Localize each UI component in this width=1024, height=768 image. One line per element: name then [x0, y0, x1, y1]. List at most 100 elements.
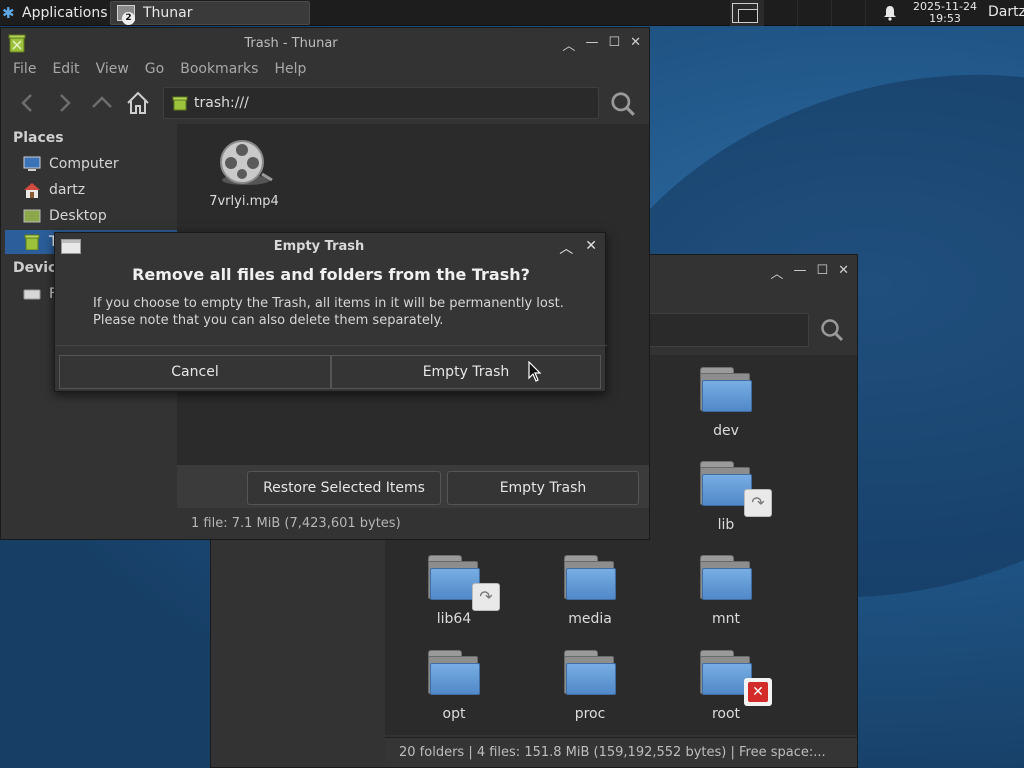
- drive-icon: [23, 286, 41, 302]
- folder-root[interactable]: ✕ root: [671, 648, 781, 722]
- folder-proc[interactable]: proc: [535, 648, 645, 722]
- applications-menu-button[interactable]: ✱ Applications ∷: [0, 0, 123, 26]
- restore-selected-button[interactable]: Restore Selected Items: [247, 471, 441, 505]
- folder-label: lib: [717, 517, 735, 533]
- menu-view[interactable]: View: [96, 58, 129, 80]
- user-menu[interactable]: Dartz: [988, 4, 1024, 20]
- folder-icon: [562, 553, 618, 603]
- empty-trash-button[interactable]: Empty Trash: [447, 471, 639, 505]
- folder-label: proc: [574, 706, 606, 722]
- dialog-body-line-2: Please note that you can also delete the…: [93, 313, 444, 328]
- close-icon[interactable]: ✕: [585, 238, 597, 258]
- search-svg: [611, 92, 635, 116]
- sidebar-item-computer[interactable]: Computer: [5, 152, 177, 176]
- shade-icon[interactable]: ︿: [770, 263, 783, 282]
- file-item[interactable]: 7vrlyi.mp4: [199, 136, 289, 209]
- empty-trash-dialog[interactable]: Empty Trash ︿ ✕ Remove all files and fol…: [54, 232, 607, 392]
- window-title: Trash - Thunar: [244, 36, 338, 51]
- folder-icon: [426, 648, 482, 698]
- location-bar[interactable]: [647, 313, 809, 347]
- search-svg: [821, 319, 844, 342]
- minimize-icon[interactable]: —: [585, 35, 598, 54]
- folder-label: dev: [713, 423, 739, 439]
- folder-icon: ↷: [698, 459, 772, 517]
- sidebar-item-label: Computer: [49, 156, 119, 172]
- folder-opt[interactable]: opt: [399, 648, 509, 722]
- folder-icon: [698, 553, 754, 603]
- up-arrow-icon: [92, 96, 112, 108]
- menu-help[interactable]: Help: [274, 58, 306, 80]
- back-status-bar: 20 folders | 4 files: 151.8 MiB (159,192…: [385, 737, 857, 767]
- folder-icon: ↷: [426, 553, 500, 611]
- maximize-icon[interactable]: ☐: [816, 263, 828, 282]
- folder-label: media: [568, 611, 612, 627]
- computer-icon: [23, 156, 41, 172]
- workspace-4[interactable]: [832, 0, 866, 26]
- shade-icon[interactable]: ︿: [559, 238, 573, 258]
- xfce-logo-icon: ✱: [2, 3, 15, 22]
- sidebar-item-label: Desktop: [49, 208, 107, 224]
- folder-media[interactable]: media: [535, 553, 645, 627]
- title-bar[interactable]: Trash - Thunar ︿ — ☐ ✕: [1, 28, 649, 58]
- bell-svg: [884, 6, 896, 21]
- taskbar-label: Thunar: [143, 5, 193, 21]
- dialog-title: Empty Trash: [273, 239, 365, 254]
- menu-bookmarks[interactable]: Bookmarks: [180, 58, 258, 80]
- home-icon: [127, 91, 149, 114]
- back-button[interactable]: [15, 90, 41, 116]
- folder-label: mnt: [712, 611, 740, 627]
- folder-label: lib64: [436, 611, 472, 627]
- clock-time: 19:53: [929, 12, 961, 25]
- folder-mnt[interactable]: mnt: [671, 553, 781, 627]
- trash-location-icon: [172, 96, 188, 111]
- status-bar: 1 file: 7.1 MiB (7,423,601 bytes): [177, 510, 649, 538]
- folder-label: root: [711, 706, 741, 722]
- workspace-2[interactable]: [764, 0, 798, 26]
- window-buttons: ︿ — ☐ ✕: [770, 263, 849, 282]
- menu-edit[interactable]: Edit: [52, 58, 79, 80]
- folder-lib64[interactable]: ↷ lib64: [399, 553, 509, 627]
- top-panel: ✱ Applications ∷ 2 Thunar 2025-11-24 19:…: [0, 0, 1024, 26]
- desktop-icon: [23, 208, 41, 224]
- minimize-icon[interactable]: —: [793, 263, 806, 282]
- no-access-badge-icon: ✕: [744, 678, 772, 706]
- dialog-divider: [55, 345, 607, 346]
- panel-clock[interactable]: 2025-11-24 19:53: [910, 1, 980, 25]
- workspace-1[interactable]: [730, 0, 764, 26]
- location-bar[interactable]: trash:///: [163, 87, 599, 119]
- up-button[interactable]: [89, 90, 115, 116]
- sidebar-item-label: dartz: [49, 182, 86, 198]
- dialog-body-line-1: If you choose to empty the Trash, all it…: [93, 296, 564, 311]
- search-icon[interactable]: [819, 317, 845, 343]
- window-count-badge: 2: [122, 12, 135, 25]
- menu-go[interactable]: Go: [145, 58, 164, 80]
- search-icon[interactable]: [609, 90, 637, 118]
- close-icon[interactable]: ✕: [630, 35, 641, 54]
- menu-bar: File Edit View Go Bookmarks Help: [1, 58, 649, 80]
- sidebar-item-dartz[interactable]: dartz: [5, 178, 177, 202]
- close-icon[interactable]: ✕: [838, 263, 849, 282]
- folder-lib[interactable]: ↷ lib: [671, 459, 781, 533]
- dialog-body: If you choose to empty the Trash, all it…: [93, 295, 583, 329]
- folder-dev[interactable]: dev: [671, 365, 781, 439]
- dialog-heading: Remove all files and folders from the Tr…: [132, 265, 530, 284]
- confirm-empty-trash-button[interactable]: Empty Trash: [331, 355, 601, 389]
- sidebar-item-desktop[interactable]: Desktop: [5, 204, 177, 228]
- menu-file[interactable]: File: [13, 58, 36, 80]
- home-button[interactable]: [125, 90, 151, 116]
- devices-header: Devic: [13, 260, 57, 276]
- dialog-window-buttons: ︿ ✕: [559, 238, 597, 258]
- workspace-switcher: [730, 0, 866, 26]
- cancel-button[interactable]: Cancel: [59, 355, 331, 389]
- notification-bell-icon[interactable]: [882, 5, 898, 21]
- folder-icon: ✕: [698, 648, 772, 706]
- taskbar-item-thunar[interactable]: 2 Thunar: [110, 1, 310, 25]
- video-file-icon: [214, 136, 274, 190]
- maximize-icon[interactable]: ☐: [608, 35, 620, 54]
- folder-icon: [698, 365, 754, 415]
- workspace-3[interactable]: [798, 0, 832, 26]
- forward-arrow-icon: [60, 94, 71, 112]
- forward-button[interactable]: [51, 90, 77, 116]
- shade-icon[interactable]: ︿: [562, 35, 575, 54]
- window-buttons: ︿ — ☐ ✕: [562, 35, 641, 54]
